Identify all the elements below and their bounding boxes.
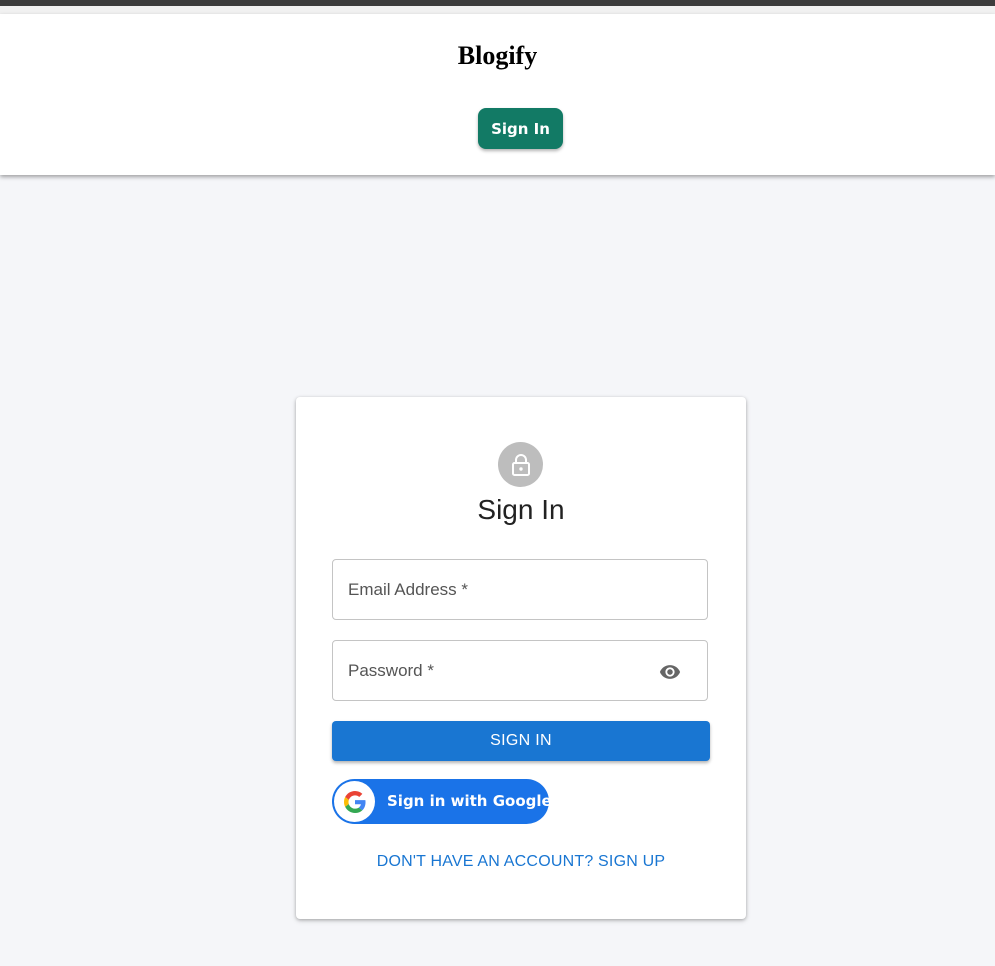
signin-submit-button[interactable]: SIGN IN [332,721,710,761]
signup-link[interactable]: DON'T HAVE AN ACCOUNT? SIGN UP [296,853,746,871]
lock-icon [511,453,530,476]
email-field [332,559,708,620]
lock-avatar [498,442,543,487]
google-logo-icon [343,790,366,813]
password-field [332,640,708,701]
eye-icon[interactable] [657,661,683,683]
header-signin-button[interactable]: Sign In [478,108,563,149]
email-input[interactable] [333,560,707,619]
google-signin-label: Sign in with Google [387,792,552,810]
brand-title: Blogify [457,41,538,70]
card-title: Sign In [477,494,565,525]
app-header: Blogify Sign In [0,14,995,175]
signin-card: Sign In SIGN IN Sign in with Google DON'… [296,397,746,919]
password-input[interactable] [333,641,707,700]
browser-top-strip-light [0,6,995,14]
google-logo-wrap [334,781,375,822]
google-signin-button[interactable]: Sign in with Google [332,779,552,824]
